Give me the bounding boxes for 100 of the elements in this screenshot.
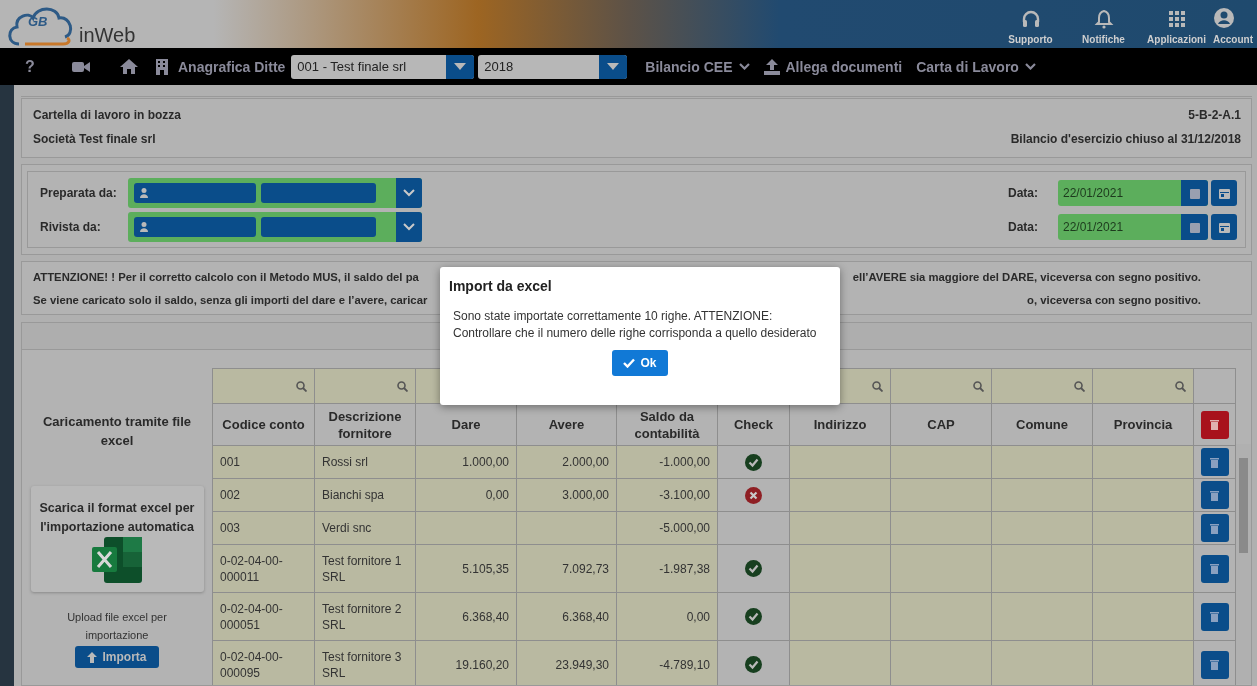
table-cell: Test fornitore 1 SRL [315, 545, 416, 593]
user-icon [1213, 7, 1235, 29]
template-download-card[interactable]: Scarica il format excel per l'importazione automatica [30, 486, 204, 592]
table-cell: Test fornitore 2 SRL [315, 593, 416, 641]
table-cell: -4.789,10 [617, 641, 718, 685]
filter-cell[interactable] [1093, 369, 1194, 404]
grid-icon [1166, 9, 1187, 29]
date-field[interactable]: 22/01/2021 [1058, 214, 1208, 240]
filter-cell[interactable] [213, 369, 315, 404]
table-cell: 0-02-04-00-000095 [213, 641, 315, 685]
table-cell: -1.987,38 [617, 545, 718, 593]
column-header: Saldo da contabilità [617, 404, 718, 446]
table-cell: 6.368,40 [416, 593, 517, 641]
table-cell: -1.000,00 [617, 446, 718, 479]
column-header: Descrizione fornitore [315, 404, 416, 446]
chevron-down-icon [1024, 63, 1036, 70]
upload-menu[interactable]: Allega documenti [763, 58, 903, 75]
table-cell: Bianchi spa [315, 479, 416, 512]
column-header: Codice conto [213, 404, 315, 446]
company-registry-link[interactable]: Anagrafica Ditte [178, 58, 286, 75]
table-cell: 003 [213, 512, 315, 545]
trash-icon [1210, 489, 1219, 501]
trash-icon [1210, 611, 1219, 622]
column-header: Check [718, 404, 790, 446]
warning-text: Se viene caricato solo il saldo, senza gli importi del dare e l’avere, caricar [33, 293, 428, 306]
home-icon[interactable] [120, 59, 138, 74]
search-icon[interactable] [973, 380, 984, 392]
table-cell: -5.000,00 [617, 512, 718, 545]
warning-text: ell’AVERE sia maggiore del DARE, viceversa con segno positivo. [852, 270, 1201, 283]
header-action[interactable]: Notifiche [1067, 0, 1140, 48]
table-cell: 7.092,73 [517, 545, 617, 593]
dialog-title: Import da excel [448, 277, 553, 294]
ok-button[interactable]: Ok [612, 350, 668, 376]
header-action[interactable]: Applicazioni [1140, 0, 1213, 48]
search-icon[interactable] [1175, 380, 1186, 392]
trash-icon [1210, 659, 1219, 670]
check-circle-icon [745, 560, 762, 577]
delete-row-button[interactable] [1200, 602, 1229, 631]
today-button[interactable] [1211, 214, 1237, 240]
table-cell: 1.000,00 [416, 446, 517, 479]
import-button[interactable]: Importa [75, 646, 159, 668]
field-label: Rivista da: [40, 220, 102, 234]
chevron-down-icon [738, 63, 750, 70]
date-field[interactable]: 22/01/2021 [1058, 180, 1208, 206]
table-cell: 002 [213, 479, 315, 512]
reviewer-select[interactable] [128, 212, 422, 242]
table-cell: 19.160,20 [416, 641, 517, 685]
help-button[interactable]: ? [0, 57, 60, 76]
trash-icon [1210, 419, 1219, 430]
video-camera-icon[interactable] [72, 60, 90, 73]
check-circle-icon [745, 656, 762, 673]
column-header: Provincia [1093, 404, 1194, 446]
header-action[interactable]: Account [1213, 0, 1257, 48]
trash-icon [1210, 563, 1219, 574]
search-icon[interactable] [397, 380, 408, 392]
table-cell: 2.000,00 [517, 446, 617, 479]
table-cell: 0-02-04-00-000011 [213, 545, 315, 593]
dropdown-menu[interactable]: Bilancio CEE [645, 58, 750, 75]
logo-monogram: GB [28, 14, 48, 29]
dialog-message: Sono state importate correttamente 10 righe. ATTENZIONE: Controllare che il numero delle righe corrisponda a quello desiderato [452, 308, 818, 342]
year-select[interactable]: 2018 [478, 54, 628, 79]
column-header: Comune [992, 404, 1093, 446]
filter-cell[interactable] [891, 369, 992, 404]
company-name: Società Test finale srl [33, 132, 156, 146]
status-text: Cartella di lavoro in bozza [33, 108, 182, 122]
company-select[interactable]: 001 - Test finale srl [291, 54, 475, 79]
check-circle-icon [745, 608, 762, 625]
table-cell: 23.949,30 [517, 641, 617, 685]
delete-all-button[interactable] [1200, 410, 1229, 439]
search-icon[interactable] [1074, 380, 1085, 392]
delete-row-button[interactable] [1200, 481, 1229, 509]
error-circle-icon [745, 486, 762, 504]
delete-row-button[interactable] [1200, 554, 1229, 583]
header-action[interactable]: Supporto [994, 0, 1067, 48]
filter-cell[interactable] [992, 369, 1093, 404]
table-cell: 6.368,40 [517, 593, 617, 641]
period-text: Bilancio d'esercizio chiuso al 31/12/2018 [1010, 132, 1241, 146]
table-cell: -3.100,00 [617, 479, 718, 512]
search-icon[interactable] [872, 380, 883, 392]
table-cell: 5.105,35 [416, 545, 517, 593]
check-circle-icon [745, 453, 762, 471]
checkmark-icon [623, 358, 636, 368]
bell-icon [1093, 9, 1114, 29]
trash-icon [1210, 456, 1219, 468]
upload-hint: Upload file excel per importazione [66, 610, 168, 643]
delete-row-button[interactable] [1200, 448, 1229, 476]
today-button[interactable] [1211, 180, 1237, 206]
delete-row-button[interactable] [1200, 514, 1229, 542]
column-header: Dare [416, 404, 517, 446]
dropdown-menu[interactable]: Carta di Lavoro [916, 58, 1036, 75]
search-icon[interactable] [296, 380, 307, 392]
delete-row-button[interactable] [1200, 650, 1229, 679]
caret-icon [454, 63, 467, 70]
warning-text: ATTENZIONE! ! Per il corretto calcolo con il Metodo MUS, il saldo del pa [33, 270, 419, 283]
reviewer-select[interactable] [128, 178, 422, 208]
chevron-down-icon [403, 189, 415, 197]
filter-cell[interactable] [315, 369, 416, 404]
table-cell: 0-02-04-00-000051 [213, 593, 315, 641]
headset-icon [1020, 9, 1041, 29]
date-label: Data: [1008, 186, 1038, 200]
